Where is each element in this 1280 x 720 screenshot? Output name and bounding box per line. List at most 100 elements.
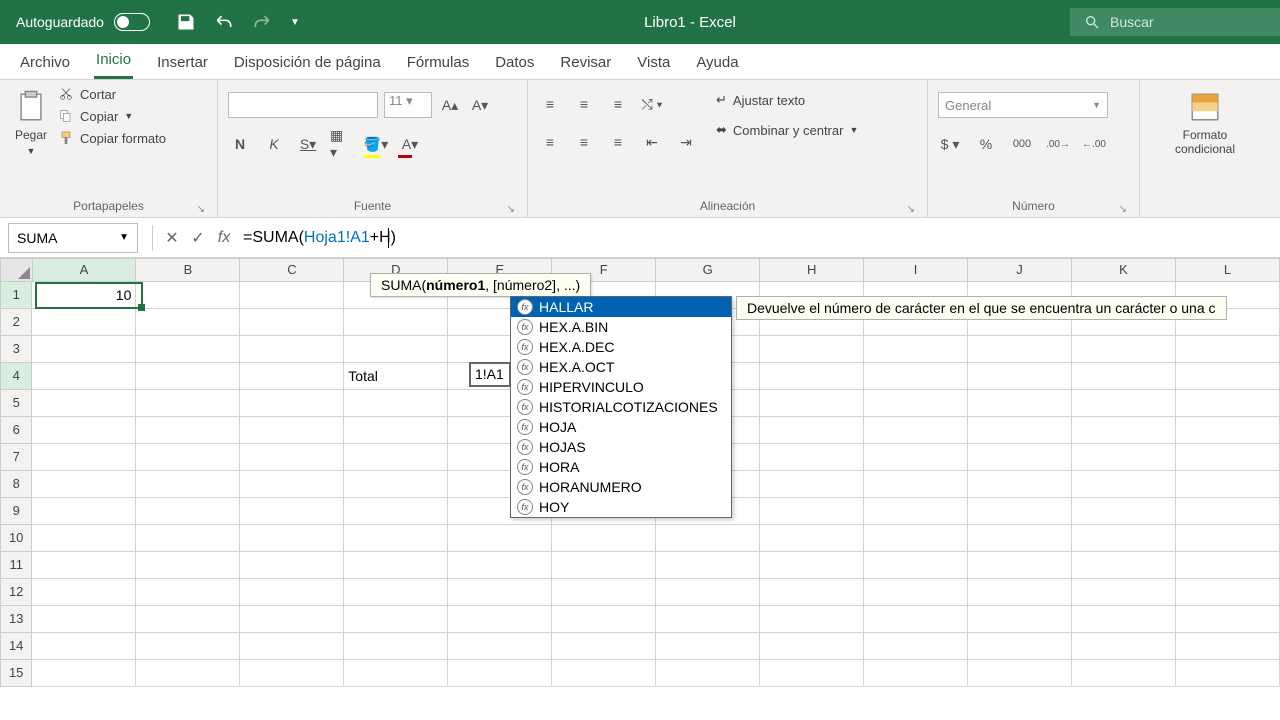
cell[interactable] xyxy=(656,552,760,579)
cell[interactable] xyxy=(32,660,136,687)
autocomplete-item[interactable]: fxHOJA xyxy=(511,417,731,437)
cell[interactable] xyxy=(656,579,760,606)
cell[interactable] xyxy=(448,660,552,687)
fx-button[interactable]: fx xyxy=(211,229,237,247)
cell[interactable] xyxy=(240,363,344,390)
row-header[interactable]: 15 xyxy=(0,660,32,687)
cell[interactable] xyxy=(32,444,136,471)
cell[interactable] xyxy=(552,552,656,579)
cell[interactable] xyxy=(1072,525,1176,552)
autocomplete-item[interactable]: fxHISTORIALCOTIZACIONES xyxy=(511,397,731,417)
autocomplete-item[interactable]: fxHEX.A.BIN xyxy=(511,317,731,337)
autocomplete-item[interactable]: fxHEX.A.OCT xyxy=(511,357,731,377)
borders-button[interactable]: ▦ ▾ xyxy=(330,132,354,156)
cell[interactable] xyxy=(552,579,656,606)
cell[interactable] xyxy=(1176,633,1280,660)
cell[interactable] xyxy=(1072,471,1176,498)
cell[interactable] xyxy=(448,606,552,633)
row-header[interactable]: 6 xyxy=(0,417,32,444)
orientation-icon[interactable]: ⤭ ▾ xyxy=(640,92,664,116)
name-box[interactable]: SUMA ▼ xyxy=(8,223,138,253)
cell[interactable] xyxy=(32,390,136,417)
cell[interactable]: 10 xyxy=(32,282,136,309)
cell[interactable] xyxy=(864,417,968,444)
cell[interactable] xyxy=(968,471,1072,498)
cell[interactable] xyxy=(32,606,136,633)
cell[interactable] xyxy=(864,498,968,525)
cell[interactable] xyxy=(32,498,136,525)
cell[interactable] xyxy=(136,633,240,660)
autocomplete-item[interactable]: fxHIPERVINCULO xyxy=(511,377,731,397)
cell[interactable] xyxy=(760,471,864,498)
cell[interactable] xyxy=(240,282,344,309)
tab-insertar[interactable]: Insertar xyxy=(155,46,210,79)
col-header[interactable]: K xyxy=(1072,258,1176,282)
number-format-select[interactable]: General▼ xyxy=(938,92,1108,118)
cell[interactable] xyxy=(240,606,344,633)
cell[interactable] xyxy=(344,579,448,606)
cell[interactable] xyxy=(968,579,1072,606)
cell[interactable] xyxy=(1176,390,1280,417)
cell[interactable] xyxy=(552,633,656,660)
cell[interactable] xyxy=(864,579,968,606)
autocomplete-item[interactable]: fxHEX.A.DEC xyxy=(511,337,731,357)
row-header[interactable]: 14 xyxy=(0,633,32,660)
cell[interactable] xyxy=(344,660,448,687)
cell[interactable] xyxy=(1176,660,1280,687)
cell[interactable] xyxy=(760,633,864,660)
cell[interactable] xyxy=(1072,633,1176,660)
cell[interactable] xyxy=(760,336,864,363)
cell[interactable] xyxy=(32,525,136,552)
tab-vista[interactable]: Vista xyxy=(635,46,672,79)
cell[interactable] xyxy=(968,336,1072,363)
col-header[interactable]: B xyxy=(136,258,240,282)
cell[interactable] xyxy=(136,525,240,552)
cell[interactable] xyxy=(760,390,864,417)
tab-inicio[interactable]: Inicio xyxy=(94,43,133,79)
cell[interactable] xyxy=(240,309,344,336)
cell[interactable] xyxy=(32,309,136,336)
cell[interactable] xyxy=(136,363,240,390)
conditional-format-button[interactable]: Formato condicional xyxy=(1150,86,1260,160)
cell[interactable] xyxy=(344,309,448,336)
cell[interactable] xyxy=(760,660,864,687)
cell[interactable] xyxy=(1072,417,1176,444)
cell[interactable] xyxy=(240,498,344,525)
row-header[interactable]: 4 xyxy=(0,363,32,390)
tab-fórmulas[interactable]: Fórmulas xyxy=(405,46,472,79)
formula-cancel-button[interactable]: ✕ xyxy=(159,228,185,248)
tab-ayuda[interactable]: Ayuda xyxy=(694,46,740,79)
indent-increase-icon[interactable]: ⇥ xyxy=(674,130,698,154)
spreadsheet-grid[interactable]: ABCDEFGHIJKL 110234Total5678910111213141… xyxy=(0,258,1280,687)
qat-dropdown-icon[interactable]: ▼ xyxy=(290,17,300,28)
row-header[interactable]: 1 xyxy=(0,282,32,309)
cell[interactable] xyxy=(136,444,240,471)
cell[interactable] xyxy=(552,606,656,633)
cell[interactable] xyxy=(344,336,448,363)
cell[interactable] xyxy=(1072,552,1176,579)
cell[interactable] xyxy=(1072,579,1176,606)
fill-color-button[interactable]: 🪣 ▾ xyxy=(364,132,388,156)
cell[interactable] xyxy=(864,552,968,579)
cell[interactable] xyxy=(1176,417,1280,444)
tab-disposición de página[interactable]: Disposición de página xyxy=(232,46,383,79)
cell[interactable] xyxy=(240,552,344,579)
cell[interactable] xyxy=(968,525,1072,552)
cell[interactable] xyxy=(1072,390,1176,417)
cell[interactable] xyxy=(552,660,656,687)
undo-icon[interactable] xyxy=(214,12,234,32)
cell[interactable] xyxy=(240,471,344,498)
tab-datos[interactable]: Datos xyxy=(493,46,536,79)
cell[interactable] xyxy=(136,336,240,363)
cell[interactable] xyxy=(32,417,136,444)
cell[interactable] xyxy=(136,417,240,444)
currency-icon[interactable]: $ ▾ xyxy=(938,132,962,156)
cell[interactable] xyxy=(1176,363,1280,390)
formula-autocomplete[interactable]: fxHALLARfxHEX.A.BINfxHEX.A.DECfxHEX.A.OC… xyxy=(510,296,732,518)
cell[interactable] xyxy=(1176,336,1280,363)
tab-archivo[interactable]: Archivo xyxy=(18,46,72,79)
cell[interactable] xyxy=(1072,336,1176,363)
cell[interactable] xyxy=(864,363,968,390)
cell[interactable] xyxy=(136,606,240,633)
cell[interactable] xyxy=(864,660,968,687)
